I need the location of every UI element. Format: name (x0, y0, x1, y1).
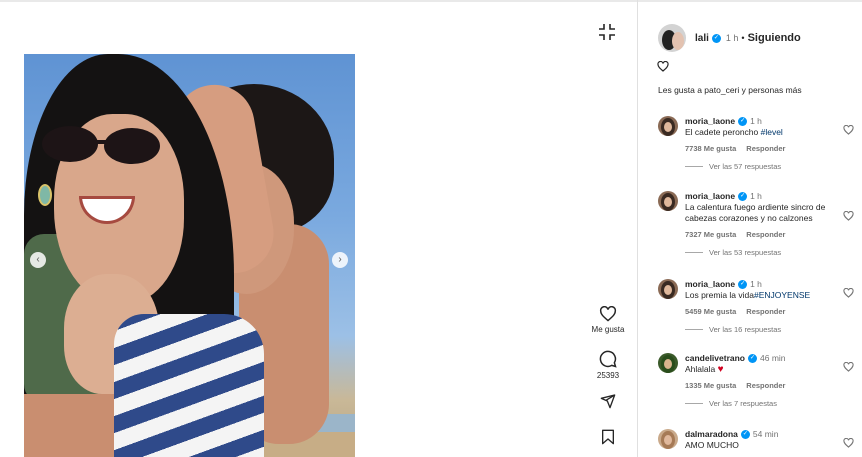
avatar[interactable] (658, 191, 678, 211)
bookmark-icon (602, 429, 614, 445)
carousel-prev-button[interactable]: ‹ (30, 252, 46, 268)
comment-text: Ahlalala ♥ (685, 364, 724, 376)
photo-earring (38, 184, 52, 206)
view-replies-button[interactable]: Ver las 53 respuestas (685, 248, 845, 257)
verified-icon: ✓ (748, 354, 757, 364)
header-username[interactable]: lali (695, 33, 709, 44)
likes-summary[interactable]: Les gusta a pato_ceri y personas más (658, 85, 802, 95)
following-button[interactable]: Siguiendo (748, 32, 801, 44)
like-label: Me gusta (591, 325, 625, 334)
post-header: lali ✓ 1 h • Siguiendo (658, 24, 801, 52)
view-replies-button[interactable]: Ver las 57 respuestas (685, 162, 845, 171)
comment-text: Los premia la vida#ENJOYENSE (685, 290, 811, 301)
carousel-next-button[interactable]: › (332, 252, 348, 268)
verified-icon: ✓ (711, 33, 721, 43)
verified-icon: ✓ (738, 117, 748, 127)
comment-username[interactable]: moria_laone (685, 116, 735, 126)
comment-text: El cadete peroncho #level (685, 127, 783, 138)
comment-time: 1 h (750, 191, 762, 201)
header-time: 1 h (725, 33, 739, 43)
reply-button[interactable]: Responder (746, 381, 785, 390)
hashtag-link[interactable]: #level (761, 127, 783, 137)
comment-likes[interactable]: 5459 Me gusta (685, 307, 736, 316)
panel-divider (637, 0, 638, 457)
verified-icon: ✓ (738, 280, 748, 290)
comment-username[interactable]: moria_laone (685, 279, 735, 289)
top-border (0, 0, 862, 2)
comment-time: 1 h (750, 116, 762, 126)
share-action[interactable] (589, 393, 627, 409)
like-action[interactable]: Me gusta (589, 306, 627, 334)
red-heart-emoji-icon: ♥ (717, 364, 724, 376)
avatar[interactable] (658, 24, 686, 52)
verified-icon: ✓ (740, 430, 750, 440)
post-photo[interactable] (24, 54, 355, 457)
comment-username[interactable]: moria_laone (685, 191, 735, 201)
view-replies-button[interactable]: Ver las 7 respuestas (685, 399, 845, 408)
comment-action[interactable]: 25393 (589, 350, 627, 380)
avatar[interactable] (658, 429, 678, 449)
header-separator: • (741, 33, 745, 43)
chevron-right-icon: › (338, 254, 342, 265)
save-action[interactable] (589, 429, 627, 445)
comment-count: 25393 (596, 371, 620, 380)
chevron-left-icon: ‹ (36, 254, 40, 265)
comment-time: 54 min (752, 429, 779, 439)
view-replies-button[interactable]: Ver las 16 respuestas (685, 325, 845, 334)
heart-icon[interactable] (843, 362, 854, 372)
comment-text: AMO MUCHO (685, 440, 739, 451)
heart-icon[interactable] (843, 438, 854, 448)
heart-icon[interactable] (843, 125, 854, 135)
heart-icon (599, 306, 617, 322)
comment-likes[interactable]: 7738 Me gusta (685, 144, 736, 153)
avatar[interactable] (658, 353, 678, 373)
comment-likes[interactable]: 1335 Me gusta (685, 381, 736, 390)
share-icon (600, 394, 616, 409)
comment-likes[interactable]: 7327 Me gusta (685, 230, 736, 239)
avatar[interactable] (658, 116, 678, 136)
comment-username[interactable]: dalmaradona (685, 429, 738, 439)
heart-icon[interactable] (657, 61, 669, 72)
hashtag-link[interactable]: #ENJOYENSE (754, 290, 810, 300)
avatar[interactable] (658, 279, 678, 299)
collapse-icon[interactable] (597, 22, 617, 42)
comment-time: 1 h (750, 279, 762, 289)
photo-sunglasses (42, 126, 160, 164)
verified-icon: ✓ (738, 192, 748, 202)
reply-button[interactable]: Responder (746, 230, 785, 239)
heart-icon[interactable] (843, 288, 854, 298)
reply-button[interactable]: Responder (746, 144, 785, 153)
comment-time: 46 min (760, 353, 786, 363)
comment-text: La calentura fuego ardiente sincro de ca… (685, 202, 826, 224)
comment-username[interactable]: candelivetrano (685, 353, 745, 363)
photo-striped-sweater (114, 314, 264, 457)
heart-icon[interactable] (843, 211, 854, 221)
reply-button[interactable]: Responder (746, 307, 785, 316)
comment-icon (599, 350, 617, 368)
